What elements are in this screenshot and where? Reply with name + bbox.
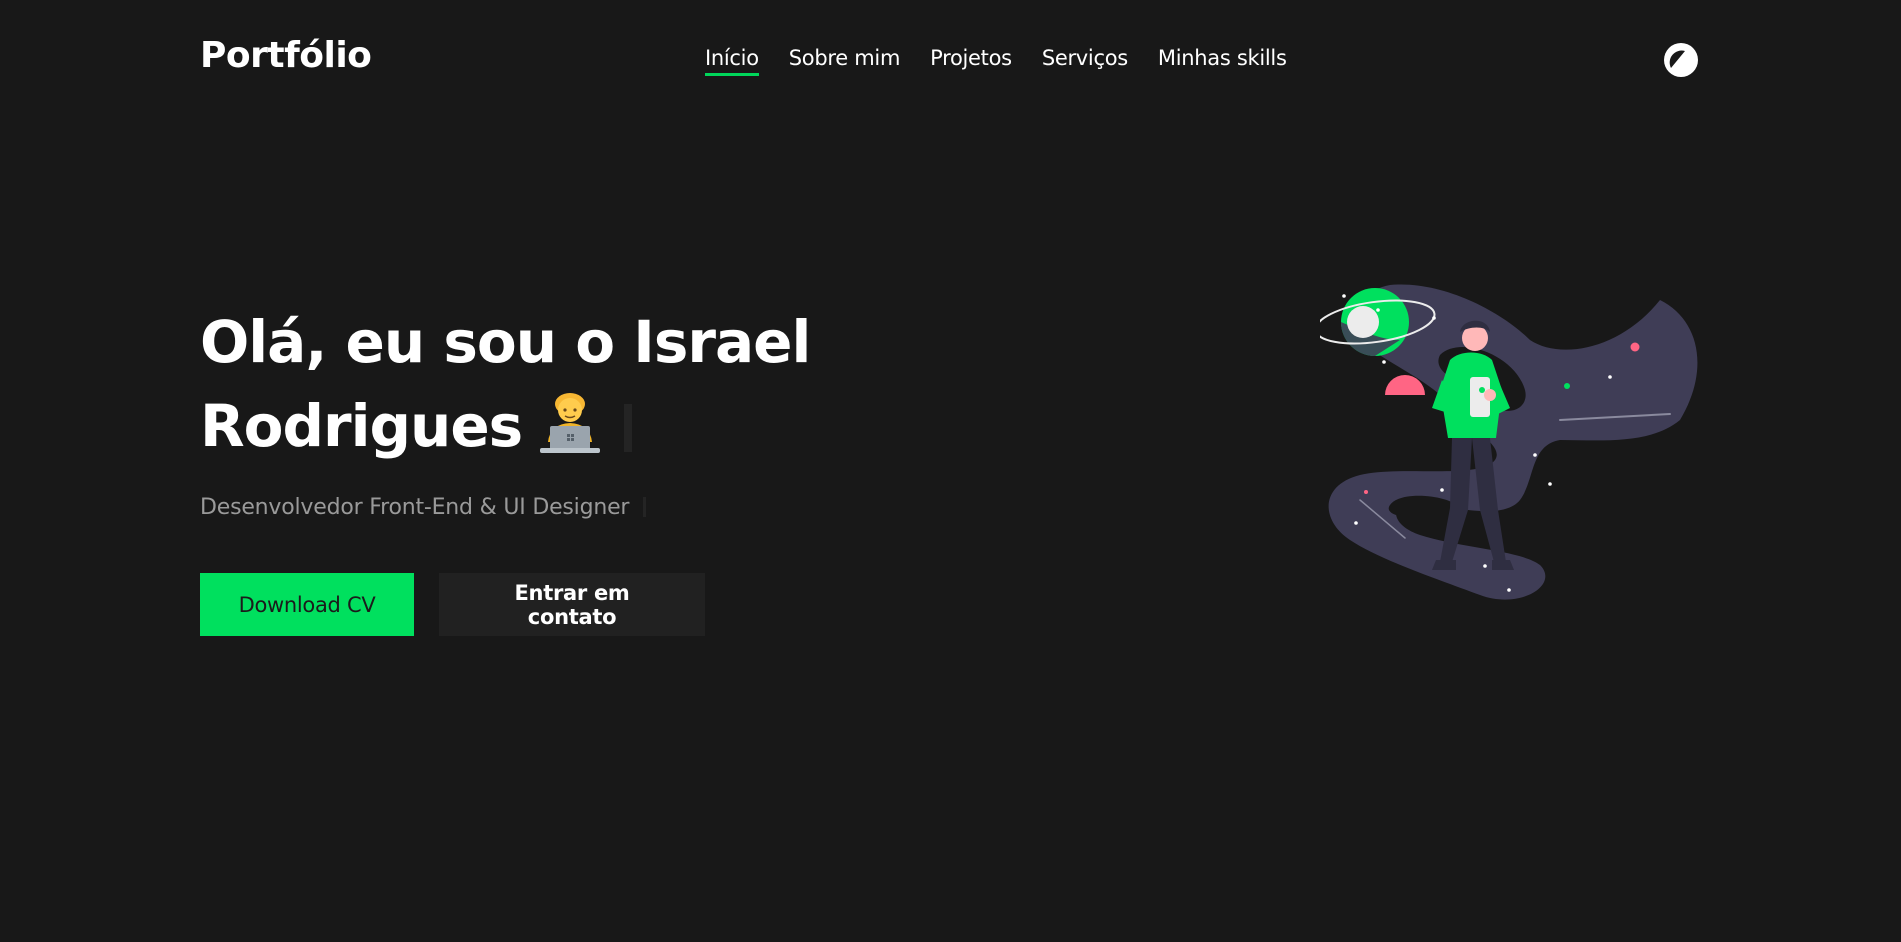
hero-section: Olá, eu sou o Israel Rodrigues xyxy=(200,300,1100,478)
technologist-emoji-icon xyxy=(536,390,604,478)
main-nav: Início Sobre mim Projetos Serviços Minha… xyxy=(705,48,1287,76)
contrast-icon xyxy=(1664,43,1698,77)
hero-subtitle: Desenvolvedor Front-End & UI Designer xyxy=(200,495,630,520)
nav-item-inicio[interactable]: Início xyxy=(705,48,759,76)
hero-title: Olá, eu sou o Israel Rodrigues xyxy=(200,300,1100,478)
nav-item-servicos[interactable]: Serviços xyxy=(1042,48,1128,73)
hero-title-line-2-wrap: Rodrigues xyxy=(200,384,1100,478)
hero-title-line-1: Olá, eu sou o Israel xyxy=(200,308,811,376)
typing-cursor xyxy=(624,404,633,452)
contact-button[interactable]: Entrar em contato xyxy=(439,573,705,636)
site-header: Portfólio Início Sobre mim Projetos Serv… xyxy=(0,0,1901,124)
download-cv-button[interactable]: Download CV xyxy=(200,573,414,636)
nav-item-projetos[interactable]: Projetos xyxy=(930,48,1012,73)
hero-buttons: Download CV Entrar em contato xyxy=(200,573,705,636)
theme-toggle-button[interactable] xyxy=(1663,42,1699,78)
person-in-space-illustration xyxy=(1314,280,1710,610)
subtitle-cursor xyxy=(643,497,647,517)
hero-title-line-2: Rodrigues xyxy=(200,392,523,460)
site-logo[interactable]: Portfólio xyxy=(200,38,372,74)
nav-item-minhas-skills[interactable]: Minhas skills xyxy=(1158,48,1287,73)
nav-item-sobre-mim[interactable]: Sobre mim xyxy=(789,48,901,73)
hero-subtitle-wrap: Desenvolvedor Front-End & UI Designer xyxy=(200,495,647,520)
